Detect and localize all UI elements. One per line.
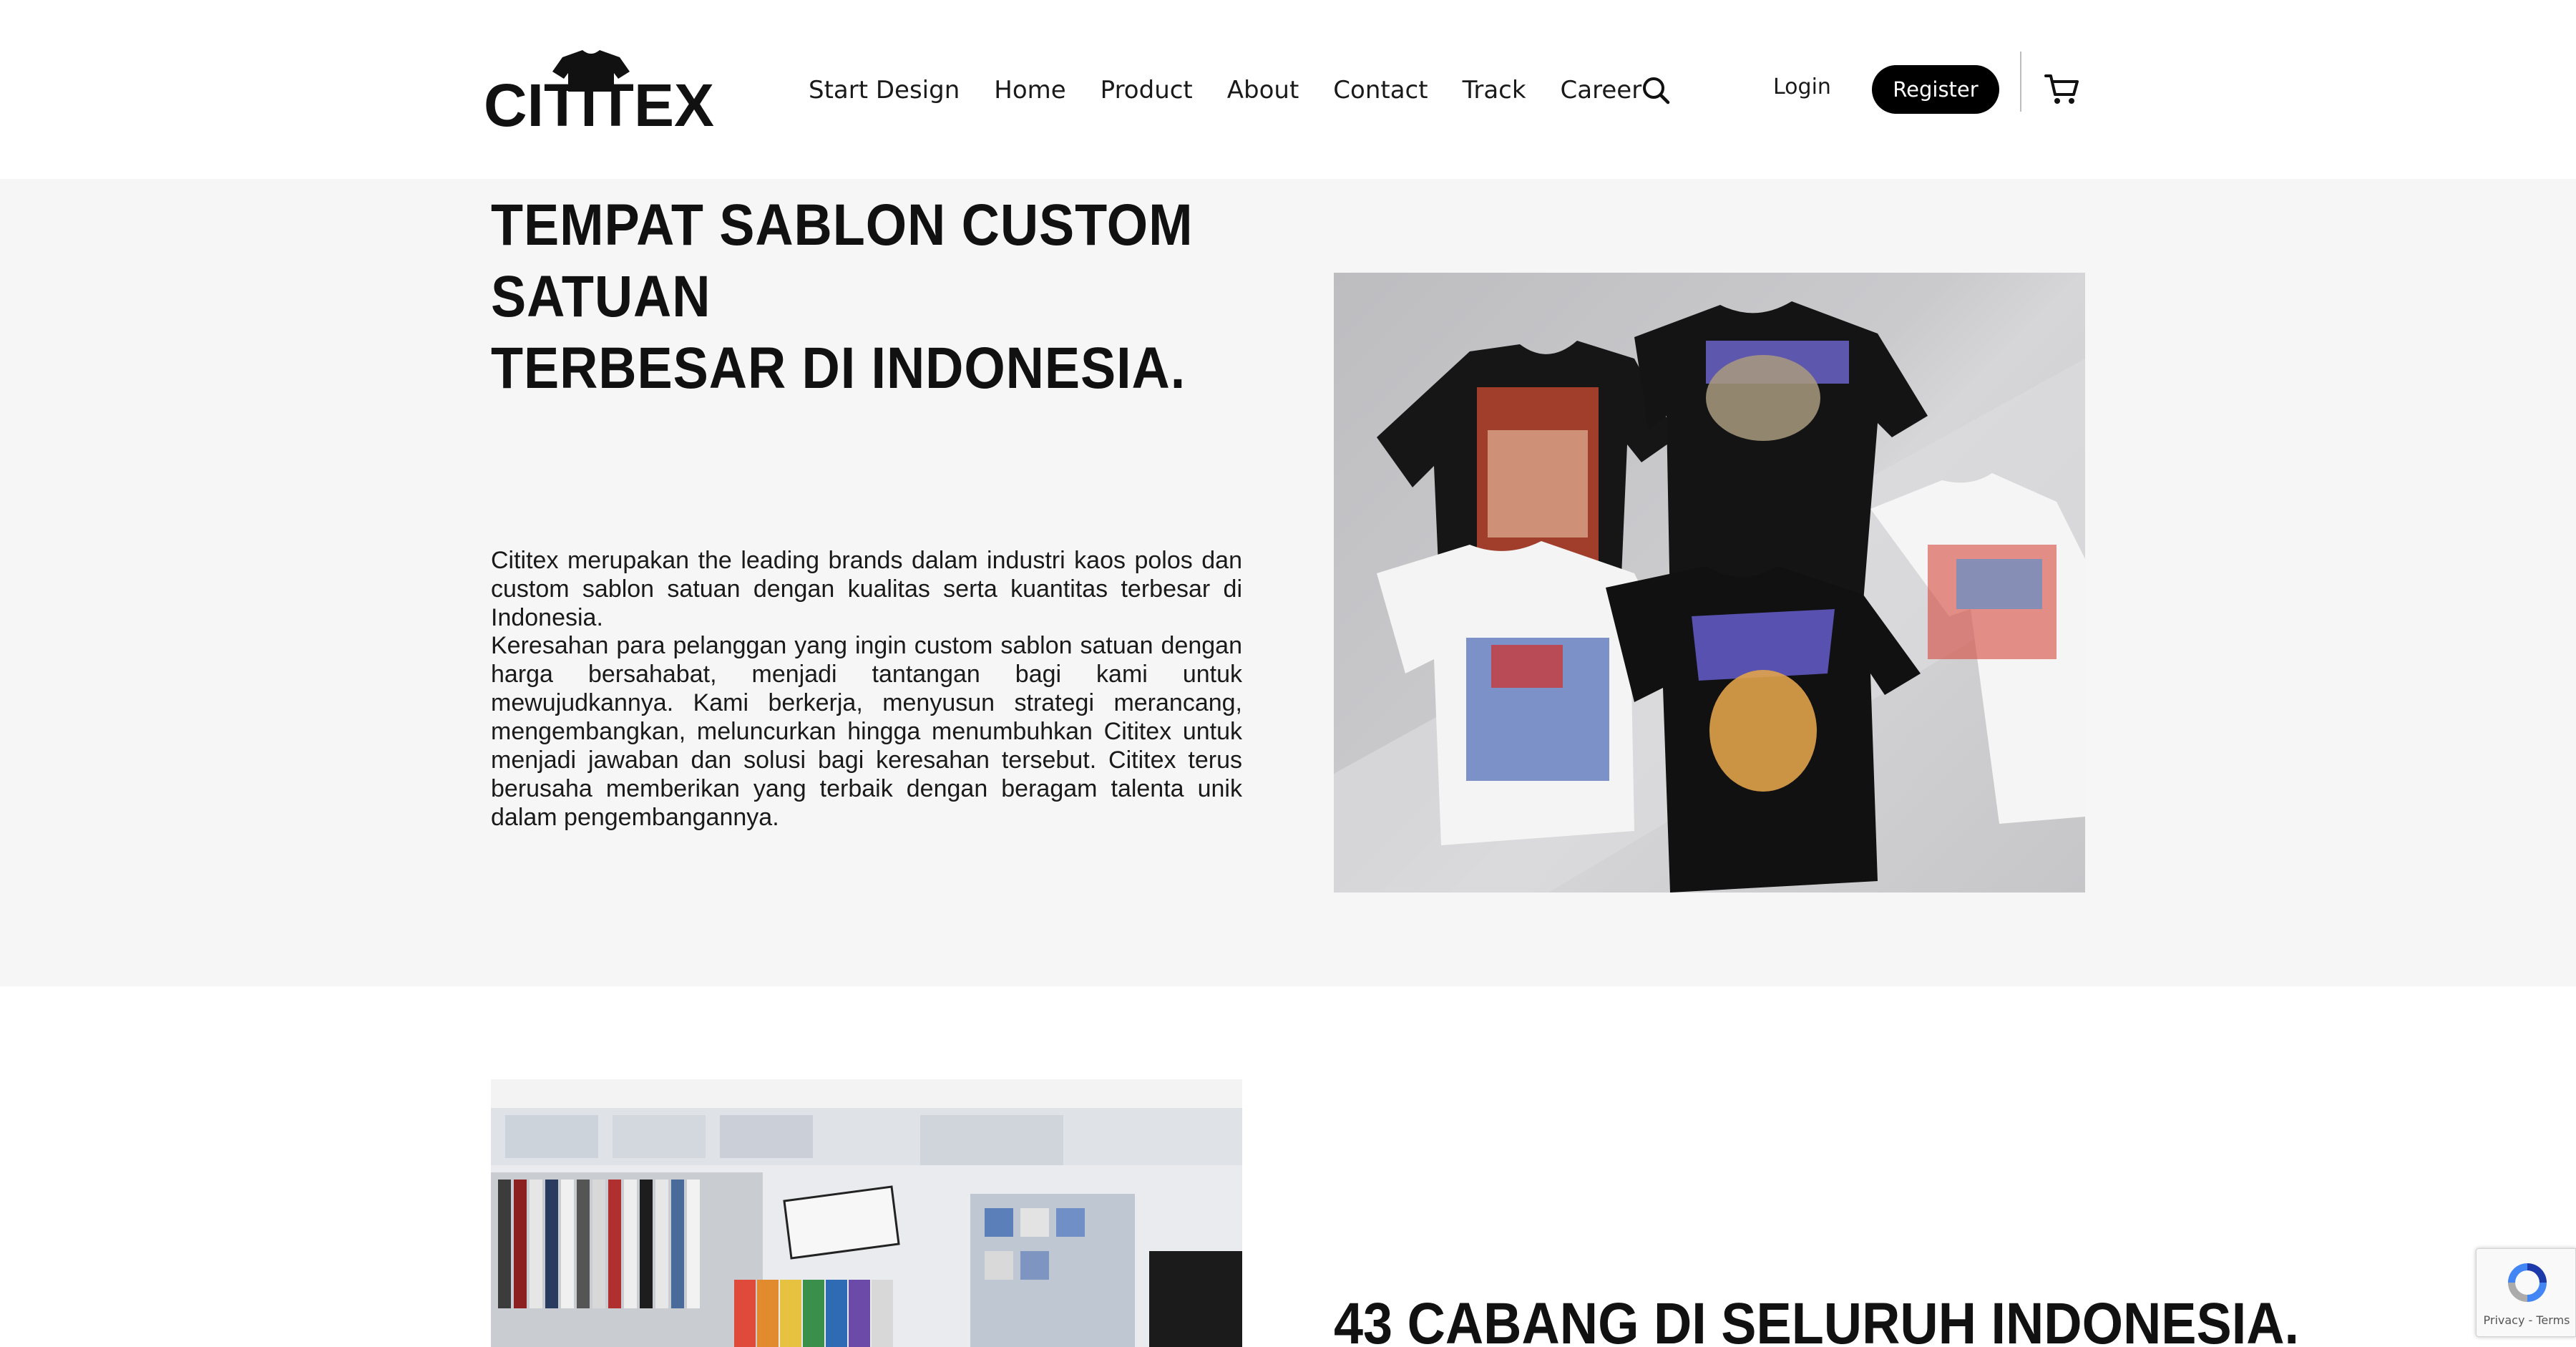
recaptcha-icon [2502,1258,2552,1308]
logo-mark: CITITEX [484,50,714,132]
site-header: CITITEX Start Design Home Product About … [0,0,2576,179]
header-divider [2020,52,2021,112]
hero-paragraph-2: Keresahan para pelanggan yang ingin cust… [491,632,1242,831]
nav-career[interactable]: Career [1561,76,1642,104]
search-icon[interactable] [1640,74,1672,106]
login-link[interactable]: Login [1773,74,1831,99]
recaptcha-links[interactable]: Privacy - Terms [2477,1313,2576,1327]
cititex-logo[interactable]: CITITEX [484,47,717,132]
nav-about[interactable]: About [1227,76,1299,104]
recaptcha-badge[interactable]: Privacy - Terms [2476,1248,2576,1337]
register-button[interactable]: Register [1872,65,1999,114]
hero-paragraph-1: Cititex merupakan the leading brands dal… [491,547,1242,631]
hero-title: TEMPAT SABLON CUSTOM SATUAN TERBESAR DI … [491,190,1199,404]
hero-title-line2: TERBESAR DI INDONESIA. [491,336,1186,401]
tshirts-photo [1334,273,2085,893]
nav-contact[interactable]: Contact [1333,76,1428,104]
nav-start-design[interactable]: Start Design [809,76,960,104]
cart-icon[interactable] [2044,72,2079,106]
store-photo [491,1079,1242,1347]
about-hero-section [0,179,2576,986]
branches-title: 43 CABANG DI SELURUH INDONESIA. [1334,1291,2300,1347]
nav-product[interactable]: Product [1101,76,1193,104]
hero-title-line1: TEMPAT SABLON CUSTOM SATUAN [491,193,1194,329]
main-nav: Start Design Home Product About Contact … [809,72,1676,109]
nav-track[interactable]: Track [1463,76,1526,104]
nav-home[interactable]: Home [994,76,1065,104]
svg-text:CITITEX: CITITEX [484,72,714,132]
